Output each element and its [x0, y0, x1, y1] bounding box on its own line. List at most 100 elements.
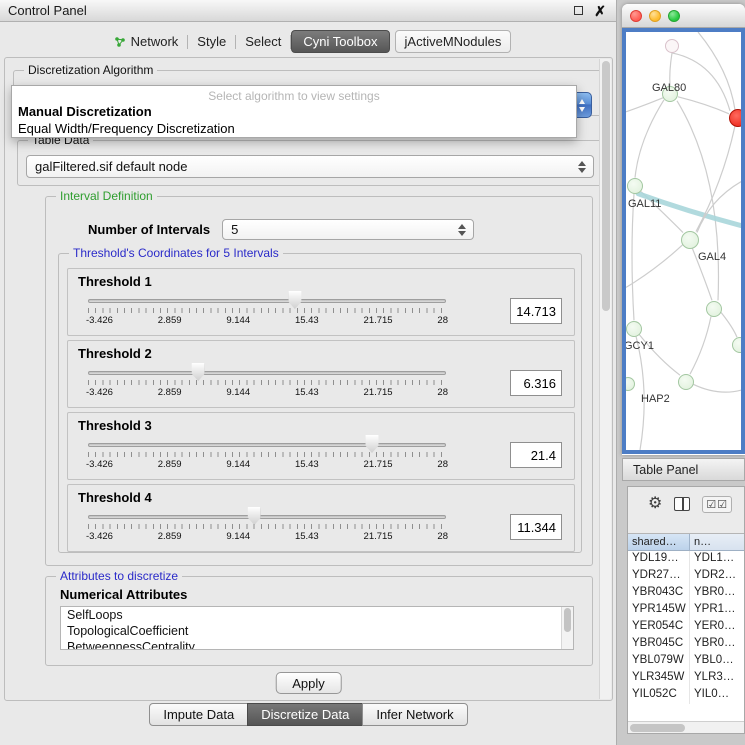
- network-node[interactable]: [681, 231, 699, 249]
- table-row[interactable]: YPR145WYPR1…: [628, 602, 744, 619]
- network-canvas[interactable]: GAL80GAL11GAL4GCY1HAP2: [622, 28, 745, 454]
- table-row[interactable]: YER054CYER0…: [628, 619, 744, 636]
- table-cell: YDR27…: [628, 568, 690, 585]
- column-header-name[interactable]: n…: [690, 534, 744, 550]
- network-icon: [114, 36, 126, 48]
- threshold-2-slider[interactable]: -3.4262.8599.14415.4321.71528: [86, 362, 448, 404]
- scale-tick-label: -3.426: [86, 315, 113, 326]
- zoom-traffic-light[interactable]: [668, 10, 680, 22]
- table-data-combo[interactable]: galFiltered.sif default node: [26, 155, 594, 178]
- attributes-list[interactable]: SelfLoopsTopologicalCoefficientBetweenne…: [60, 606, 574, 650]
- attribute-item[interactable]: BetweennessCentrality: [61, 639, 573, 650]
- attributes-group: Attributes to discretize Numerical Attri…: [45, 576, 593, 666]
- tab-select[interactable]: Select: [236, 31, 290, 52]
- tab-cyni-toolbox[interactable]: Cyni Toolbox: [291, 30, 389, 53]
- table-row[interactable]: YLR345WYLR3…: [628, 670, 744, 687]
- scrollbar-thumb[interactable]: [630, 724, 685, 732]
- combo-arrows-icon: [578, 161, 586, 173]
- table-row[interactable]: YIL052CYIL0…: [628, 687, 744, 704]
- slider-ticks: [88, 380, 446, 385]
- threshold-value-field[interactable]: 11.344: [510, 514, 562, 540]
- tab-network[interactable]: Network: [105, 31, 188, 52]
- slider-thumb[interactable]: [248, 507, 261, 525]
- network-window-titlebar[interactable]: [622, 4, 745, 28]
- close-icon[interactable]: ✗: [594, 4, 606, 18]
- network-node[interactable]: [732, 337, 745, 353]
- select-columns-icon[interactable]: ☑☑: [702, 496, 732, 513]
- combo-value: galFiltered.sif default node: [35, 159, 187, 174]
- window-title: Control Panel: [8, 3, 87, 18]
- tab-impute-data[interactable]: Impute Data: [149, 703, 248, 726]
- dropdown-option-manual-discretization[interactable]: Manual Discretization: [12, 103, 576, 120]
- minimize-traffic-light[interactable]: [649, 10, 661, 22]
- arrow-down-icon: [579, 107, 585, 112]
- table-window: ⚙ ☑☑ shared… n… YDL19…YDL1…YDR27…YDR2…YB…: [627, 486, 745, 734]
- slider-thumb[interactable]: [365, 435, 378, 453]
- scale-tick-label: 15.43: [295, 459, 319, 470]
- slider-scale: -3.4262.8599.14415.4321.71528: [86, 315, 448, 326]
- column-header-shared-name[interactable]: shared…: [628, 534, 690, 550]
- table-row[interactable]: YBL079WYBL0…: [628, 653, 744, 670]
- dropdown-placeholder: Select algorithm to view settings: [12, 86, 576, 103]
- slider-scale: -3.4262.8599.14415.4321.71528: [86, 387, 448, 398]
- network-node[interactable]: [678, 374, 694, 390]
- tab-discretize-data[interactable]: Discretize Data: [247, 703, 363, 726]
- table-row[interactable]: YDR27…YDR2…: [628, 568, 744, 585]
- apply-button[interactable]: Apply: [275, 672, 342, 694]
- network-node[interactable]: [706, 301, 722, 317]
- tab-jactivemnodules[interactable]: jActiveMNodules: [395, 30, 512, 53]
- scrollbar-thumb[interactable]: [602, 61, 610, 311]
- list-scrollbar[interactable]: [561, 607, 573, 649]
- threshold-value-field[interactable]: 21.4: [510, 442, 562, 468]
- table-cell: YLR345W: [628, 670, 690, 687]
- slider-ticks: [88, 308, 446, 313]
- network-node[interactable]: [622, 377, 635, 391]
- scale-tick-label: 21.715: [364, 387, 393, 398]
- threshold-value-field[interactable]: 6.316: [510, 370, 562, 396]
- slider-track[interactable]: [88, 371, 446, 375]
- table-row[interactable]: YBR045CYBR0…: [628, 636, 744, 653]
- network-node[interactable]: [626, 321, 642, 337]
- slider-track[interactable]: [88, 299, 446, 303]
- titlebar-icons: ✗: [574, 4, 606, 18]
- table-cell: YBL0…: [690, 653, 744, 670]
- network-node[interactable]: [729, 109, 745, 127]
- horizontal-scrollbar[interactable]: [628, 721, 744, 733]
- table-data-group: Table Data galFiltered.sif default node: [17, 140, 603, 186]
- scale-tick-label: 28: [437, 459, 448, 470]
- network-node[interactable]: [665, 39, 679, 53]
- threshold-label: Threshold 4: [78, 490, 566, 505]
- control-panel-tabs: Network Style Select Cyni Toolbox jActiv…: [0, 30, 616, 53]
- scale-tick-label: 15.43: [295, 387, 319, 398]
- threshold-1-slider[interactable]: -3.4262.8599.14415.4321.71528: [86, 290, 448, 332]
- slider-thumb[interactable]: [288, 291, 301, 309]
- threshold-4-slider[interactable]: -3.4262.8599.14415.4321.71528: [86, 506, 448, 548]
- attribute-item[interactable]: SelfLoops: [61, 607, 573, 623]
- table-cell: YBR0…: [690, 585, 744, 602]
- slider-track[interactable]: [88, 443, 446, 447]
- table-row[interactable]: YDL19…YDL1…: [628, 551, 744, 568]
- tab-label: Cyni Toolbox: [303, 34, 377, 49]
- table-row[interactable]: YBR043CYBR0…: [628, 585, 744, 602]
- num-intervals-combo[interactable]: 5: [222, 219, 474, 240]
- slider-thumb[interactable]: [192, 363, 205, 381]
- close-traffic-light[interactable]: [630, 10, 642, 22]
- group-label: Interval Definition: [56, 189, 157, 203]
- columns-icon[interactable]: [674, 497, 690, 511]
- network-node[interactable]: [627, 178, 643, 194]
- attribute-item[interactable]: TopologicalCoefficient: [61, 623, 573, 639]
- gear-icon[interactable]: ⚙: [648, 495, 662, 513]
- threshold-3-panel: Threshold 3 -3.4262.8599.14415.4321.7152…: [67, 412, 575, 480]
- threshold-value-field[interactable]: 14.713: [510, 298, 562, 324]
- slider-ticks: [88, 452, 446, 457]
- slider-track[interactable]: [88, 515, 446, 519]
- panel-scrollbar[interactable]: [599, 59, 611, 699]
- tab-infer-network[interactable]: Infer Network: [362, 703, 467, 726]
- float-window-icon[interactable]: [574, 6, 583, 15]
- threshold-3-slider[interactable]: -3.4262.8599.14415.4321.71528: [86, 434, 448, 476]
- scrollbar-thumb[interactable]: [564, 608, 571, 632]
- scale-tick-label: 9.144: [226, 315, 250, 326]
- dropdown-option-equal-width-frequency[interactable]: Equal Width/Frequency Discretization: [12, 120, 576, 137]
- network-nodes: GAL80GAL11GAL4GCY1HAP2: [626, 32, 741, 450]
- tab-style[interactable]: Style: [188, 31, 235, 52]
